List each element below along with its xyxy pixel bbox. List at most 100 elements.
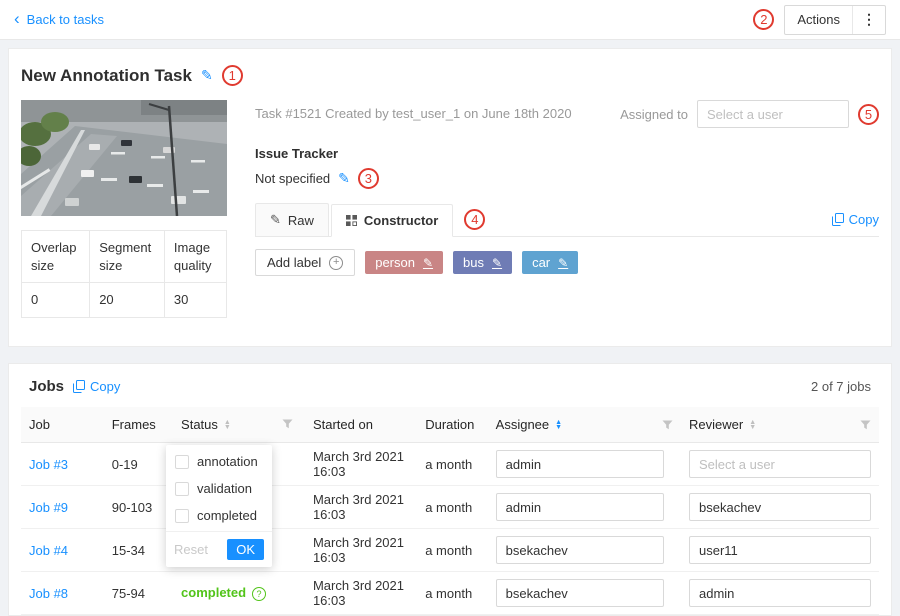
status-completed-text: completed: [181, 585, 246, 600]
status-cell: completed?: [173, 572, 274, 615]
label-tag-person[interactable]: person ✎: [365, 251, 443, 274]
copy-labels-label: Copy: [849, 212, 879, 227]
job-reviewer-input[interactable]: [689, 579, 871, 607]
tab-raw[interactable]: ✎ Raw: [255, 203, 329, 236]
job-assignee-input[interactable]: [496, 493, 664, 521]
add-label-button[interactable]: Add label +: [255, 249, 355, 276]
edit-issue-tracker-icon[interactable]: ✎: [338, 170, 350, 187]
col-job: Job: [21, 407, 104, 443]
job-row: Job #9 90-103 March 3rd 2021 16:03 a mon…: [21, 486, 879, 529]
filter-option-annotation[interactable]: annotation: [166, 448, 272, 475]
filter-ok-button[interactable]: OK: [227, 539, 264, 560]
tab-raw-label: Raw: [288, 213, 314, 228]
filter-option-validation[interactable]: validation: [166, 475, 272, 502]
col-assignee-label: Assignee: [496, 417, 549, 432]
filter-reviewer-icon[interactable]: [860, 420, 871, 430]
col-started-on: Started on: [305, 407, 417, 443]
task-preview-image: [21, 100, 227, 216]
status-filter-cell: [274, 572, 305, 615]
col-status-filter[interactable]: [274, 407, 305, 443]
param-value-overlap: 0: [22, 283, 90, 318]
job-assignee-input[interactable]: [496, 450, 664, 478]
task-assignee-input[interactable]: [697, 100, 849, 128]
filter-option-validation-label: validation: [197, 481, 252, 496]
tab-constructor[interactable]: Constructor: [331, 204, 453, 237]
filter-option-annotation-label: annotation: [197, 454, 258, 469]
status-filter-cell: [274, 486, 305, 529]
param-header-segment: Segment size: [90, 231, 165, 283]
checkbox-validation[interactable]: [175, 482, 189, 496]
copy-jobs-link[interactable]: Copy: [73, 379, 120, 394]
edit-task-name-icon[interactable]: ✎: [201, 67, 213, 84]
job-reviewer-input[interactable]: [689, 493, 871, 521]
task-title: New Annotation Task: [21, 66, 192, 86]
job-assignee-input[interactable]: [496, 579, 664, 607]
copy-icon: [73, 380, 85, 393]
jobs-title: Jobs: [29, 378, 64, 395]
job-row: Job #4 15-34 March 3rd 2021 16:03 a mont…: [21, 529, 879, 572]
jobs-table: Job Frames Status ▲▼ Started on: [21, 407, 879, 615]
col-frames: Frames: [104, 407, 173, 443]
question-circle-icon[interactable]: ?: [252, 587, 266, 601]
checkbox-completed[interactable]: [175, 509, 189, 523]
label-tag-car[interactable]: car ✎: [522, 251, 578, 274]
col-status[interactable]: Status ▲▼: [173, 407, 274, 443]
sort-reviewer-icon[interactable]: ▲▼: [749, 420, 756, 430]
col-assignee[interactable]: Assignee ▲▼: [488, 407, 681, 443]
started-cell: March 3rd 2021 16:03: [305, 443, 417, 486]
filter-option-completed[interactable]: completed: [166, 502, 272, 529]
frames-cell: 0-19: [104, 443, 173, 486]
started-cell: March 3rd 2021 16:03: [305, 529, 417, 572]
annotation-callout-2: 2: [753, 9, 774, 30]
edit-label-icon[interactable]: ✎: [423, 256, 433, 270]
col-status-label: Status: [181, 417, 218, 432]
filter-assignee-icon[interactable]: [662, 420, 673, 430]
job-link[interactable]: Job #3: [29, 457, 68, 472]
duration-cell: a month: [417, 572, 487, 615]
back-to-tasks-link[interactable]: ‹ Back to tasks: [14, 12, 104, 27]
sort-assignee-icon[interactable]: ▲▼: [555, 420, 562, 430]
job-reviewer-input[interactable]: [689, 450, 871, 478]
more-vertical-icon[interactable]: ⋮: [852, 6, 885, 34]
annotation-callout-4: 4: [464, 209, 485, 230]
param-value-segment: 20: [90, 283, 165, 318]
filter-status-icon[interactable]: [282, 419, 293, 429]
issue-tracker-label: Issue Tracker: [255, 146, 879, 161]
copy-labels-link[interactable]: Copy: [832, 212, 879, 227]
col-duration: Duration: [417, 407, 487, 443]
job-row: Job #8 75-94 completed? March 3rd 2021 1…: [21, 572, 879, 615]
edit-label-icon[interactable]: ✎: [558, 256, 568, 270]
checkbox-annotation[interactable]: [175, 455, 189, 469]
annotation-callout-5: 5: [858, 104, 879, 125]
status-filter-cell: [274, 529, 305, 572]
filter-reset-button[interactable]: Reset: [174, 542, 208, 557]
topbar: ‹ Back to tasks 2 Actions ⋮: [0, 0, 900, 40]
param-header-overlap: Overlap size: [22, 231, 90, 283]
duration-cell: a month: [417, 529, 487, 572]
started-cell: March 3rd 2021 16:03: [305, 572, 417, 615]
labels-tabs: ✎ Raw Constructor 4 Copy: [255, 203, 879, 237]
edit-label-icon[interactable]: ✎: [492, 256, 502, 270]
assigned-to-label: Assigned to: [620, 107, 688, 122]
col-reviewer[interactable]: Reviewer ▲▼: [681, 407, 879, 443]
status-filter-dropdown: annotation validation completed Reset OK: [166, 445, 272, 567]
task-card: New Annotation Task ✎ 1: [8, 48, 892, 347]
label-tag-bus[interactable]: bus ✎: [453, 251, 512, 274]
job-reviewer-input[interactable]: [689, 536, 871, 564]
sort-status-icon[interactable]: ▲▼: [224, 420, 231, 430]
job-assignee-input[interactable]: [496, 536, 664, 564]
started-cell: March 3rd 2021 16:03: [305, 486, 417, 529]
col-reviewer-label: Reviewer: [689, 417, 743, 432]
job-link[interactable]: Job #8: [29, 586, 68, 601]
actions-button[interactable]: Actions ⋮: [784, 5, 886, 35]
job-link[interactable]: Job #9: [29, 500, 68, 515]
label-tag-person-name: person: [375, 255, 415, 270]
annotation-callout-3: 3: [358, 168, 379, 189]
chevron-left-icon: ‹: [14, 10, 20, 27]
pencil-icon: ✎: [270, 212, 281, 228]
job-row: Job #3 0-19 March 3rd 2021 16:03 a month: [21, 443, 879, 486]
frames-cell: 15-34: [104, 529, 173, 572]
actions-button-label: Actions: [785, 12, 852, 27]
job-link[interactable]: Job #4: [29, 543, 68, 558]
param-value-quality: 30: [164, 283, 226, 318]
